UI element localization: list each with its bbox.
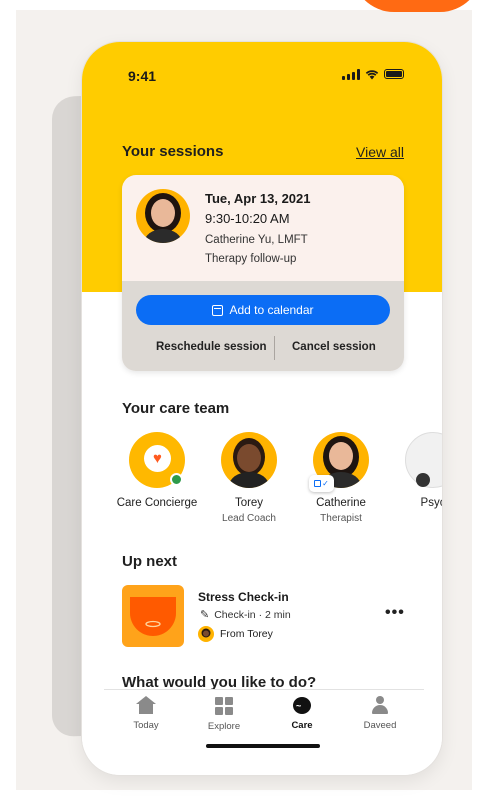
- stress-checkin-thumbnail[interactable]: [122, 585, 184, 647]
- session-type: Therapy follow-up: [205, 253, 297, 265]
- care-team-heading: Your care team: [122, 400, 230, 417]
- home-indicator[interactable]: [206, 744, 320, 748]
- member-name: Care Concierge: [116, 497, 198, 509]
- status-time: 9:41: [128, 68, 157, 84]
- care-team-member-torey[interactable]: Torey Lead Coach: [199, 432, 299, 524]
- grid-icon: [213, 697, 235, 717]
- view-all-link[interactable]: View all: [356, 144, 404, 160]
- nav-item-explore[interactable]: Explore: [194, 696, 254, 732]
- care-team-member-concierge[interactable]: ♥ Care Concierge: [107, 432, 207, 513]
- session-provider: Catherine Yu, LMFT: [205, 234, 308, 246]
- battery-icon: [384, 69, 404, 79]
- heart-icon: ♥: [144, 445, 171, 472]
- home-icon: [135, 696, 157, 716]
- nav-label: Care: [291, 720, 313, 731]
- psych-avatar: [405, 432, 442, 488]
- person-icon: [369, 696, 391, 716]
- more-options-icon[interactable]: •••: [385, 604, 405, 622]
- wifi-icon: [365, 69, 379, 79]
- nav-item-today[interactable]: Today: [116, 696, 176, 731]
- sessions-heading: Your sessions: [122, 143, 224, 160]
- phone-frame: 9:41 Your sessions View all Tue, Apr 13,…: [82, 42, 442, 775]
- online-status-dot: [170, 473, 183, 486]
- member-name: Psyc: [420, 497, 442, 509]
- add-to-calendar-button[interactable]: Add to calendar: [136, 295, 390, 325]
- care-team-member-catherine[interactable]: ✓ Catherine Therapist: [291, 432, 391, 524]
- bowl-icon: [130, 597, 176, 636]
- task-from: From Torey: [198, 626, 273, 642]
- cancel-session-button[interactable]: Cancel session: [292, 341, 376, 353]
- concierge-avatar: ♥: [129, 432, 185, 488]
- status-icons: [342, 68, 404, 80]
- chat-bubble-icon: ~: [291, 696, 313, 716]
- task-from-text: From Torey: [220, 628, 273, 640]
- session-time: 9:30-10:20 AM: [205, 211, 290, 226]
- nav-label: Explore: [207, 721, 241, 732]
- care-team-member-psych[interactable]: Psyc: [383, 432, 442, 513]
- video-session-badge-icon: ✓: [309, 475, 334, 492]
- torey-avatar: [221, 432, 277, 488]
- add-to-calendar-label: Add to calendar: [229, 303, 314, 317]
- actions-divider: [274, 336, 275, 360]
- pencil-icon: ✎: [200, 609, 210, 621]
- member-role: Therapist: [320, 513, 362, 524]
- nav-label: Daveed: [363, 720, 397, 731]
- nav-label: Today: [133, 720, 159, 731]
- status-bar: 9:41: [82, 42, 442, 102]
- member-name: Catherine: [316, 497, 366, 509]
- calendar-icon: [212, 304, 224, 316]
- nav-item-profile[interactable]: Daveed: [350, 696, 410, 731]
- psych-badge-icon: [416, 473, 430, 487]
- bottom-nav: Today Explore ~ Care Daveed: [82, 690, 442, 775]
- torey-mini-avatar: [198, 626, 214, 642]
- member-name: Torey: [234, 497, 264, 509]
- session-date: Tue, Apr 13, 2021: [205, 191, 311, 206]
- nav-item-care[interactable]: ~ Care: [272, 696, 332, 731]
- reschedule-session-button[interactable]: Reschedule session: [156, 341, 267, 353]
- therapist-avatar: [136, 189, 190, 243]
- session-card: Tue, Apr 13, 2021 9:30-10:20 AM Catherin…: [122, 175, 404, 371]
- up-next-heading: Up next: [122, 553, 178, 570]
- task-title[interactable]: Stress Check-in: [198, 590, 289, 604]
- task-meta-text: Check-in · 2 min: [214, 608, 291, 621]
- member-role: Lead Coach: [222, 513, 276, 524]
- task-meta: ✎ Check-in · 2 min: [200, 608, 291, 622]
- signal-icon: [342, 68, 360, 80]
